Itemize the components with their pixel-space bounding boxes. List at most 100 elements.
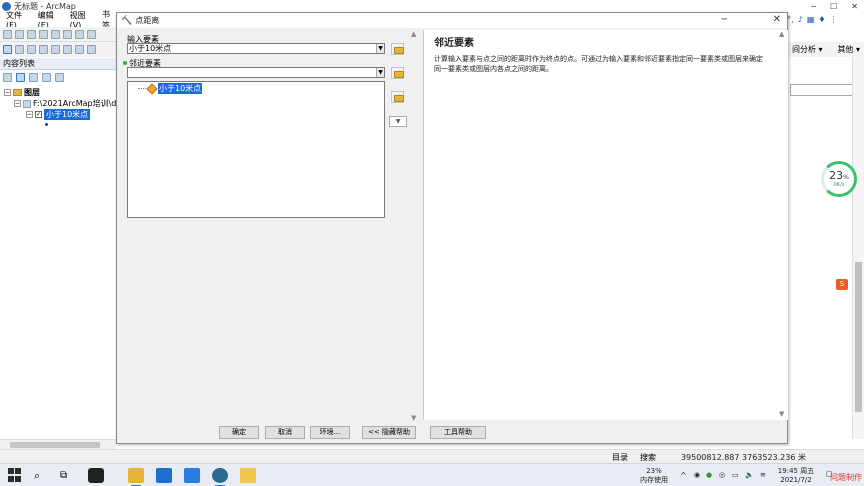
open-icon[interactable]	[15, 29, 24, 39]
near-features-dropdown-list[interactable]: 小于10米点	[127, 81, 385, 218]
spatial-analysis-menu[interactable]: 间分析 ▾	[792, 44, 823, 55]
tree-layer-row[interactable]: − ✓ 小于10米点	[26, 109, 91, 120]
list-by-visibility-icon[interactable]	[29, 72, 38, 82]
cancel-button[interactable]: 取消	[265, 426, 305, 439]
collapse-icon[interactable]: −	[14, 100, 21, 107]
dropdown-arrow-icon[interactable]: ▼	[376, 44, 384, 53]
zoom-out-icon[interactable]	[15, 45, 24, 54]
collapse-icon[interactable]: −	[26, 111, 33, 118]
pan-icon[interactable]	[27, 45, 36, 54]
scroll-up-icon[interactable]: ▲	[411, 30, 416, 38]
network-icon[interactable]: ◉	[694, 471, 700, 480]
dialog-close-icon[interactable]: ✕	[773, 14, 781, 25]
dropdown-item-label[interactable]: 小于10米点	[158, 83, 203, 94]
list-by-drawing-order-icon[interactable]	[3, 72, 12, 82]
parameters-scrollbar[interactable]: ▲ ▼	[409, 30, 421, 422]
memory-label: 内存使用	[640, 476, 668, 484]
list-by-selection-icon[interactable]	[42, 72, 51, 82]
close-icon[interactable]: ✕	[851, 2, 858, 11]
environments-button[interactable]: 环境...	[310, 426, 350, 439]
options-icon[interactable]	[55, 72, 64, 82]
notes-icon[interactable]	[240, 468, 256, 483]
input-features-combo[interactable]: 小于10米点 ▼	[127, 43, 385, 54]
dialog-button-bar: 确定 取消 环境... << 隐藏帮助 工具帮助	[117, 423, 787, 443]
volume-icon[interactable]: 🔈	[745, 471, 754, 480]
sogou-float-icon[interactable]: S	[836, 279, 848, 290]
dialog-minimize-icon[interactable]: ─	[722, 15, 727, 25]
scroll-thumb[interactable]	[10, 442, 100, 448]
grid-icon[interactable]: ⋮	[830, 15, 838, 24]
collapse-icon[interactable]: −	[4, 89, 11, 96]
delete-icon[interactable]	[87, 29, 96, 39]
forward-icon[interactable]	[87, 45, 96, 54]
tool-help-button[interactable]: 工具帮助	[430, 426, 486, 439]
back-icon[interactable]	[75, 45, 84, 54]
layer-visibility-checkbox[interactable]: ✓	[35, 111, 42, 118]
speed-rate: 0K/s	[833, 182, 845, 188]
wifi-icon[interactable]: ≋	[760, 471, 766, 480]
full-extent-icon[interactable]	[39, 45, 48, 54]
tree-root-row[interactable]: − 图层	[4, 87, 40, 98]
new-icon[interactable]	[3, 29, 12, 39]
tray-chevron-icon[interactable]: ^	[680, 471, 687, 480]
fixed-zoom-in-icon[interactable]	[51, 45, 60, 54]
search-tab[interactable]: 搜索	[640, 452, 656, 463]
scroll-up-icon[interactable]: ▲	[779, 30, 784, 38]
microphone-icon[interactable]: ♪	[798, 15, 803, 24]
toc-toolbar	[0, 70, 116, 84]
cut-icon[interactable]	[51, 29, 60, 39]
search-icon[interactable]: ⌕	[34, 468, 50, 483]
headset-icon[interactable]: ◎	[719, 471, 725, 480]
speed-percent: 23	[829, 169, 844, 182]
point-symbol-icon	[45, 123, 48, 126]
near-features-combo[interactable]: ▼	[127, 67, 385, 78]
browse-input-folder-icon[interactable]	[391, 43, 404, 55]
hide-help-button[interactable]: << 隐藏帮助	[362, 426, 416, 439]
print-icon[interactable]	[39, 29, 48, 39]
scroll-down-icon[interactable]: ▼	[411, 414, 416, 422]
point-layer-icon	[146, 82, 158, 95]
input-features-value: 小于10米点	[129, 44, 172, 53]
toc-horizontal-scrollbar[interactable]	[0, 439, 116, 449]
clock[interactable]: 19:45 周五 2021/7/2	[774, 467, 818, 485]
catalog-tab[interactable]: 目录	[612, 452, 628, 463]
unit-dropdown-icon[interactable]: ▼	[389, 116, 407, 127]
task-view-icon[interactable]: ⧉	[60, 468, 76, 483]
help-title: 邻近要素	[434, 38, 474, 49]
tree-layer-label[interactable]: 小于10米点	[44, 109, 91, 120]
help-body: 计算输入要素与点之间的距离时作为终点的点。可通过为输入要素和邻近要素指定同一要素…	[434, 55, 763, 73]
tree-folder-row[interactable]: − F:\2021ArcMap培训\data	[14, 98, 129, 109]
start-button[interactable]	[8, 468, 24, 483]
scroll-down-icon[interactable]: ▼	[779, 410, 784, 418]
file-explorer-icon[interactable]	[128, 468, 144, 486]
zoom-in-icon[interactable]	[3, 45, 12, 54]
punctuation-icon[interactable]: °,	[787, 15, 794, 24]
shirt-icon[interactable]: ♦	[818, 15, 825, 24]
word-icon[interactable]	[184, 468, 200, 483]
scroll-thumb[interactable]	[855, 262, 862, 412]
database-folder-icon	[23, 99, 31, 108]
dropdown-arrow-icon[interactable]: ▼	[376, 68, 384, 77]
copy-icon[interactable]	[63, 29, 72, 39]
other-menu[interactable]: 其他 ▾	[837, 44, 860, 55]
map-vertical-scrollbar[interactable]	[852, 57, 864, 439]
fixed-zoom-out-icon[interactable]	[63, 45, 72, 54]
wechat-icon[interactable]: ●	[706, 471, 712, 480]
app-icon[interactable]	[88, 468, 104, 483]
paste-icon[interactable]	[75, 29, 84, 39]
dialog-titlebar: 🔨 点距离	[117, 13, 787, 28]
list-by-source-icon[interactable]	[16, 72, 25, 82]
minimize-icon[interactable]: ─	[811, 2, 816, 11]
browse-output-folder-icon[interactable]	[391, 91, 404, 103]
dropdown-item-layer[interactable]: 小于10米点	[138, 82, 203, 95]
save-icon[interactable]	[27, 29, 36, 39]
maximize-icon[interactable]: ☐	[830, 2, 837, 11]
ok-button[interactable]: 确定	[219, 426, 259, 439]
keyboard-icon[interactable]: ▦	[807, 15, 815, 24]
hammer-icon: 🔨	[121, 15, 133, 26]
arcmap-taskbar-icon[interactable]	[212, 468, 228, 486]
help-scrollbar[interactable]: ▲ ▼	[777, 30, 788, 420]
video-app-icon[interactable]	[156, 468, 172, 483]
battery-icon[interactable]: ▭	[732, 471, 739, 480]
browse-near-folder-icon[interactable]	[391, 67, 404, 79]
